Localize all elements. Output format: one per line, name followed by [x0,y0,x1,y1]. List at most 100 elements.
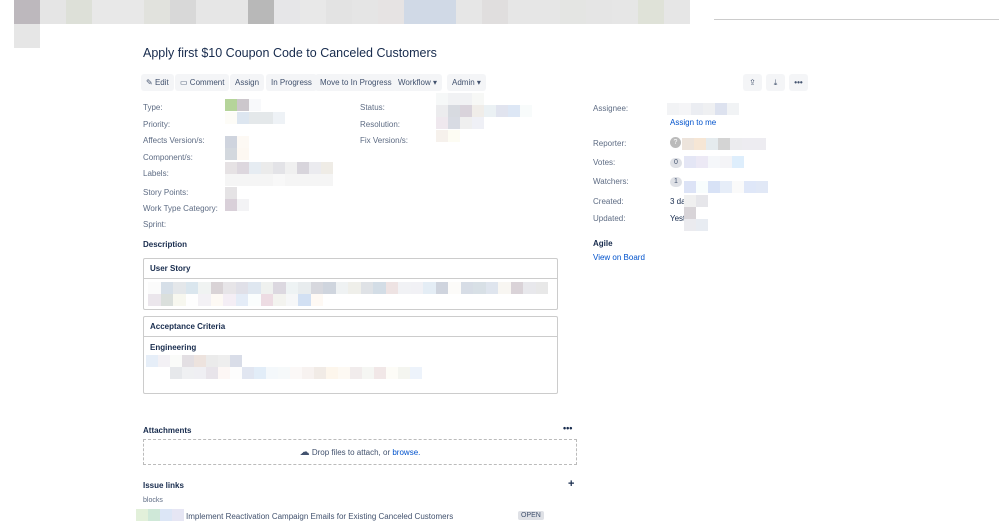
redaction-block [310,294,323,306]
redaction-block [237,136,249,148]
redaction-block [448,117,460,129]
redaction-block [297,174,309,186]
redaction-block [170,0,196,24]
redaction-block [194,355,206,367]
blurred-browser-bar [14,0,714,48]
admin-dropdown[interactable]: Admin ▾ [447,74,486,91]
add-link-button[interactable]: + [568,478,574,490]
blurred-story-points [225,187,237,199]
redaction-block [684,195,696,207]
assign-button[interactable]: Assign [230,74,265,91]
view-on-board-link[interactable]: View on Board [593,253,645,262]
redaction-block [684,219,696,231]
redaction-block [422,355,434,367]
more-actions-button[interactable]: ••• [789,74,808,91]
export-icon: ⤓ [773,78,778,87]
blurred-acceptance-text [146,355,434,379]
status-label: Status: [360,103,385,112]
redaction-block [352,0,378,24]
redaction-block [237,174,249,186]
redaction-block [484,105,496,117]
redaction-block [146,355,158,367]
redaction-block [210,294,223,306]
watchers-count[interactable]: 1 [670,176,682,187]
attachment-dropzone[interactable]: ☁ Drop files to attach, or browse. [143,439,577,465]
redaction-block [225,187,237,199]
redaction-block [732,156,744,168]
redaction-block [223,282,236,294]
redaction-block [473,282,486,294]
redaction-block [261,112,273,124]
redaction-block [436,117,448,129]
redaction-block [718,138,730,150]
redaction-block [435,282,448,294]
comment-button[interactable]: ▭ Comment [175,74,230,91]
votes-count[interactable]: 0 [670,157,682,168]
redaction-block [173,282,186,294]
redaction-block [703,103,715,115]
blurred-resolution [436,117,486,129]
attachments-more-button[interactable]: ••• [563,423,572,433]
redaction-block [314,355,326,367]
move-to-in-progress-button[interactable]: Move to In Progress [315,74,397,91]
redaction-block [350,367,362,379]
blurred-labels [225,162,339,186]
share-icon: ⇪ [749,78,756,87]
redaction-block [350,355,362,367]
redaction-block [160,294,173,306]
blurred-updated [684,207,708,231]
redaction-block [198,282,211,294]
export-button[interactable]: ⤓ [766,74,785,91]
redaction-block [696,207,708,219]
redaction-block [261,174,273,186]
engineering-heading: Engineering [150,343,197,352]
comment-icon: ▭ [180,78,188,87]
redaction-block [398,282,411,294]
redaction-block [460,93,472,105]
redaction-block [744,181,756,193]
redaction-block [727,103,739,115]
reporter-label: Reporter: [593,139,627,148]
redaction-block [242,355,254,367]
redaction-block [248,0,274,24]
in-progress-button[interactable]: In Progress [266,74,317,91]
blurred-user-story [148,282,552,306]
linked-issue-link[interactable]: Implement Reactivation Campaign Emails f… [186,512,453,521]
redaction-block [148,294,161,306]
blurred-reporter [682,138,770,150]
redaction-block [460,117,472,129]
redaction-block [182,355,194,367]
redaction-block [335,282,348,294]
workflow-dropdown[interactable]: Workflow ▾ [393,74,442,91]
redaction-block [309,174,321,186]
assign-to-me-link[interactable]: Assign to me [670,118,716,127]
redaction-block [348,282,361,294]
redaction-block [708,181,720,193]
redaction-block [730,138,742,150]
browse-link[interactable]: browse. [392,448,420,457]
blurred-created [684,195,708,207]
blurred-fix-version [436,130,460,142]
redaction-block [456,0,482,24]
redaction-block [261,162,273,174]
redaction-block [254,355,266,367]
redaction-block [534,0,560,24]
redaction-block [225,174,237,186]
redaction-block [472,105,484,117]
redaction-block [185,282,198,294]
share-button[interactable]: ⇪ [743,74,762,91]
redaction-block [436,130,448,142]
redaction-block [460,282,473,294]
edit-button[interactable]: ✎ Edit [141,74,174,91]
watchers-label: Watchers: [593,177,629,186]
redaction-block [273,174,285,186]
blurred-status [436,93,536,117]
redaction-block [225,148,237,160]
redaction-block [266,355,278,367]
redaction-block [249,99,261,111]
redaction-block [360,282,373,294]
redaction-block [326,0,352,24]
redaction-block [223,294,236,306]
redaction-block [273,282,286,294]
redaction-block [338,367,350,379]
